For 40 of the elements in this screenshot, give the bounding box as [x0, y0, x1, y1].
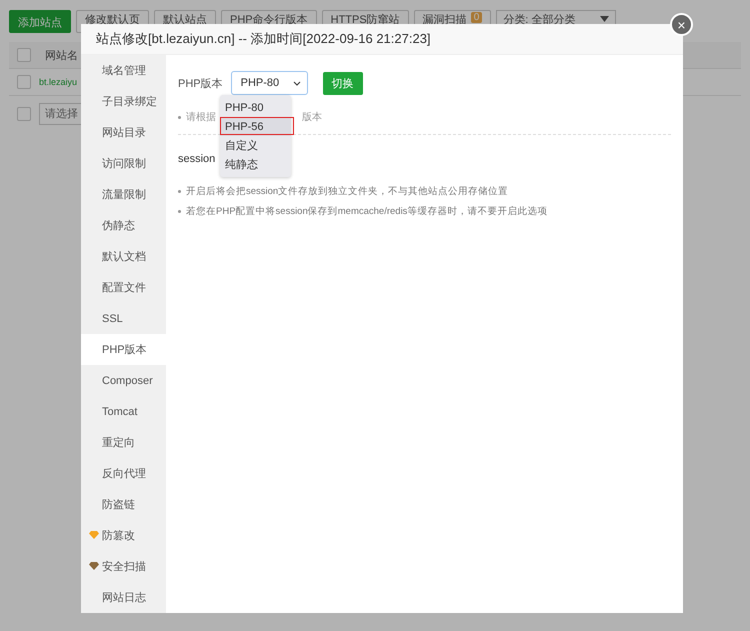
- menu-item[interactable]: 域名管理: [81, 55, 166, 86]
- count-badge: 0: [470, 12, 482, 23]
- menu-item[interactable]: 访问限制: [81, 148, 166, 179]
- dropdown-option[interactable]: 自定义: [220, 136, 291, 155]
- bullet-icon: [178, 210, 181, 213]
- hint-text: 请根据: [186, 110, 216, 124]
- checkbox[interactable]: [17, 48, 31, 62]
- diamond-icon: [89, 531, 99, 539]
- caret-icon: [600, 16, 610, 22]
- menu-item[interactable]: SSL: [81, 303, 166, 334]
- menu-item[interactable]: PHP版本: [81, 334, 166, 365]
- menu-item[interactable]: Tomcat: [81, 396, 166, 427]
- menu-item[interactable]: 重定向: [81, 427, 166, 458]
- menu-item[interactable]: 防盗链: [81, 489, 166, 520]
- menu-item[interactable]: Composer: [81, 365, 166, 396]
- diamond-icon: [89, 562, 99, 570]
- menu-item[interactable]: 安全扫描: [81, 551, 166, 582]
- hint-text: 版本: [302, 110, 322, 124]
- menu-item[interactable]: 反向代理: [81, 458, 166, 489]
- menu-item[interactable]: 配置文件: [81, 272, 166, 303]
- bullet-icon: [178, 116, 181, 118]
- bullet-icon: [178, 190, 181, 193]
- menu-item[interactable]: 网站日志: [81, 582, 166, 613]
- chevron-icon: [292, 80, 301, 86]
- note-text: 开启后将会把session文件存放到独立文件夹，不与其他站点公用存储位置: [186, 185, 508, 198]
- version-select[interactable]: PHP-80: [230, 71, 308, 95]
- menu-item[interactable]: 子目录绑定: [81, 86, 166, 117]
- dropdown-option[interactable]: PHP-80: [220, 98, 291, 117]
- dropdown-option[interactable]: 纯静态: [220, 155, 291, 174]
- menu-item[interactable]: 流量限制: [81, 179, 166, 210]
- column-header[interactable]: 网站名: [45, 48, 78, 62]
- php-label: PHP版本: [178, 76, 223, 90]
- checkbox[interactable]: [17, 107, 31, 121]
- checkbox[interactable]: [17, 75, 31, 89]
- note-text: 若您在PHP配置中将session保存到memcache/redis等缓存器时，请不要开启此选项: [186, 205, 548, 218]
- menu-item[interactable]: 伪静态: [81, 210, 166, 241]
- menu-item[interactable]: 防篡改: [81, 520, 166, 551]
- menu-item[interactable]: 默认文档: [81, 241, 166, 272]
- menu-item[interactable]: 网站目录: [81, 117, 166, 148]
- session-label: session: [178, 153, 216, 165]
